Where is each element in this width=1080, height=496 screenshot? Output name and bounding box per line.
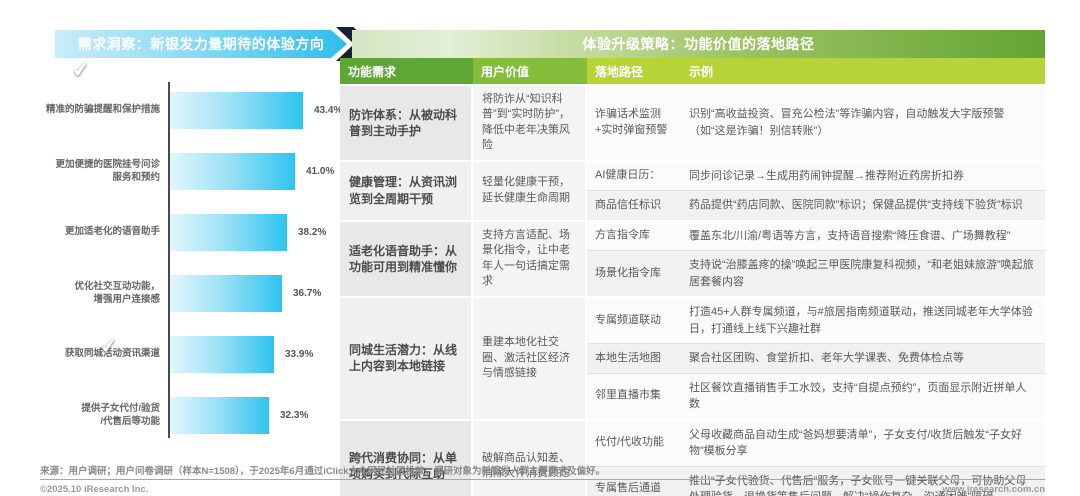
cell-need: 防诈体系：从被动科普到主动手护 [340, 86, 471, 160]
cell-example: 父母收藏商品自动生成“爸妈想要清单”，子女支付/收货后触发“子女好物”模板分享 [689, 428, 1023, 458]
table-header-row: 功能需求 用户价值 落地路径 示例 [340, 58, 1045, 84]
report-slide: 需求洞察：新银发力量期待的体验方向 体验升级策略：功能价值的落地路径 精准的防骗… [0, 0, 1080, 496]
chart-row: 优化社交互动功能， 增强用户连接感 36.7% [40, 263, 345, 324]
cell-value: 轻量化健康干预，延长健康生命周期 [473, 161, 585, 220]
copyright-text: ©2025.10 iResearch Inc. [40, 484, 149, 495]
checkmark-icon: ✔ [70, 58, 91, 83]
table-subrow: 本地生活地图 聚合社区团购、食堂折扣、老年大学课表、免费体检点等 [587, 343, 1045, 373]
chart-bar [170, 92, 303, 129]
cell-path: 邻里直播市集 [595, 389, 661, 402]
subrows: 诈骗话术监测+实时弹窗预警 识别“高收益投资、冒充公检法”等诈骗内容，自动触发大字… [587, 86, 1045, 160]
cell-example: 打造45+人群专属频道，与#旅居指南频道联动，推送同城老年大学体验日，打通线上线… [689, 306, 1033, 335]
table-row: 适老化语音助手：从功能可用到精准懂你 支持方言适配、场景化指令，让中老年人一句话搞… [340, 221, 1045, 297]
cell-value: 破解商品认知差、消除大件消费顾虑 [473, 420, 585, 496]
table-subrow: 诈骗话术监测+实时弹窗预警 识别“高收益投资、冒充公检法”等诈骗内容，自动触发大字… [587, 86, 1045, 160]
chart-category-label: 精准的防骗提醒和保护措施 [45, 104, 160, 116]
subrows: 方言指令库 覆盖东北/川渝/粤语等方言，支持语音搜索“降压食谱、广场舞教程” 场景化… [587, 221, 1045, 297]
table-subrow: 方言指令库 覆盖东北/川渝/粤语等方言，支持语音搜索“降压食谱、广场舞教程” [587, 221, 1045, 251]
table-subrow: 邻里直播市集 社区餐饮直播销售手工水饺，支持“自提点预约”，页面显示附近拼单人数 [587, 372, 1045, 419]
table-subrow: AI健康日历： 同步问诊记录→生成用药闹钟提醒→推荐附近药房折扣券 [587, 161, 1045, 191]
cell-example: 识别“高收益投资、冒充公检法”等诈骗内容，自动触发大字版预警（如“这是诈骗！别信… [689, 108, 1005, 137]
table-body: 防诈体系：从被动科普到主动手护 将防诈从“知识科普”到“实时防护”，降低中老年决策… [340, 86, 1045, 496]
cell-path: 专属频道联动 [595, 313, 661, 326]
checkmark-icon: ✔ [98, 334, 119, 359]
table-subrow: 专属频道联动 打造45+人群专属频道，与#旅居指南频道联动，推送同城老年大学体验日… [587, 298, 1045, 344]
table-subrow: 场景化指令库 支持说“治膝盖疼的操”唤起三甲医院康复科视频，“和老姐妹旅游”唤起旅… [587, 250, 1045, 297]
cell-path: 场景化指令库 [595, 266, 661, 279]
website-link[interactable]: www.iresearch.com.cn [942, 484, 1045, 495]
footer-divider [40, 479, 1045, 480]
table-row: 同城生活潜力：从线上内容到本地链接 重建本地化社交圈、激活社区经济与情感链接 专属频… [340, 298, 1045, 419]
cell-value: 支持方言适配、场景化指令，让中老年人一句话搞定需求 [473, 221, 585, 297]
chart-category-label: 更加适老化的语音助手 [64, 226, 160, 238]
right-section-title: 体验升级策略：功能价值的落地路径 [352, 30, 1045, 58]
chart-row: 提供子女代付/验货 /代售后等功能 32.3% [40, 385, 345, 446]
table-row: 防诈体系：从被动科普到主动手护 将防诈从“知识科普”到“实时防护”，降低中老年决策… [340, 86, 1045, 160]
cell-need: 适老化语音助手：从功能可用到精准懂你 [340, 221, 471, 297]
chart-bar [170, 336, 274, 373]
column-header-path: 落地路径 [587, 58, 681, 84]
source-note: 来源：用户调研；用户问卷调研（样本N=1508），于2025年6月通过iClic… [40, 466, 606, 477]
chart-bar [170, 275, 282, 312]
chart-category-label: 优化社交互动功能， 增强用户连接感 [74, 281, 160, 305]
cell-path: AI健康日历： [595, 169, 661, 182]
cell-example: 社区餐饮直播销售手工水饺，支持“自提点预约”，页面显示附近拼单人数 [689, 381, 1027, 411]
cell-path: 本地生活地图 [595, 351, 661, 364]
cell-value: 将防诈从“知识科普”到“实时防护”，降低中老年决策风险 [473, 86, 585, 160]
bar-chart: 精准的防骗提醒和保护措施 43.4% 更加便捷的医院挂号问诊 服务和预约 41.0% 更… [40, 80, 345, 448]
cell-path: 方言指令库 [595, 229, 650, 242]
cell-path: 代付/代收功能 [595, 436, 665, 449]
chart-value-label: 33.9% [285, 349, 314, 360]
table-row: 健康管理：从资讯浏览到全周期干预 轻量化健康干预，延长健康生命周期 AI健康日历： 同… [340, 161, 1045, 220]
chart-value-label: 43.4% [314, 105, 343, 116]
column-header-need: 功能需求 [340, 58, 473, 84]
chart-bar [170, 397, 269, 434]
chart-value-label: 38.2% [298, 227, 327, 238]
left-section-title: 需求洞察：新银发力量期待的体验方向 [55, 30, 347, 58]
chart-bar [170, 153, 295, 190]
cell-example: 聚合社区团购、食堂折扣、老年大学课表、免费体检点等 [689, 352, 964, 365]
cell-need: 跨代消费协同：从单项购买到代际互助 [340, 420, 471, 496]
chart-category-label: 提供子女代付/验货 /代售后等功能 [81, 403, 160, 427]
subrows: 专属频道联动 打造45+人群专属频道，与#旅居指南频道联动，推送同城老年大学体验日… [587, 298, 1045, 419]
chart-row: 更加适老化的语音助手 38.2% [40, 202, 345, 263]
chart-row: 更加便捷的医院挂号问诊 服务和预约 41.0% [40, 141, 345, 202]
cell-example: 覆盖东北/川渝/粤语等方言，支持语音搜索“降压食谱、广场舞教程” [689, 229, 1011, 242]
table-subrow: 代付/代收功能 父母收藏商品自动生成“爸妈想要清单”，子女支付/收货后触发“子女好… [587, 420, 1045, 466]
column-header-example: 示例 [681, 58, 1045, 84]
cell-example: 同步问诊记录→生成用药闹钟提醒→推荐附近药房折扣券 [689, 169, 964, 182]
table-row: 跨代消费协同：从单项购买到代际互助 破解商品认知差、消除大件消费顾虑 代付/代收功能… [340, 420, 1045, 496]
cell-value: 重建本地化社交圈、激活社区经济与情感链接 [473, 298, 585, 419]
chart-value-label: 32.3% [280, 410, 309, 421]
subrows: AI健康日历： 同步问诊记录→生成用药闹钟提醒→推荐附近药房折扣券商品信任标识 药品… [587, 161, 1045, 220]
chart-bar [170, 214, 287, 251]
cell-need: 健康管理：从资讯浏览到全周期干预 [340, 161, 471, 220]
chart-value-label: 41.0% [306, 166, 335, 177]
strategy-table: 功能需求 用户价值 落地路径 示例 防诈体系：从被动科普到主动手护 将防诈从“知识… [340, 58, 1045, 496]
chart-category-label: 更加便捷的医院挂号问诊 服务和预约 [55, 159, 160, 183]
cell-need: 同城生活潜力：从线上内容到本地链接 [340, 298, 471, 419]
chart-value-label: 36.7% [293, 288, 322, 299]
cell-example: 药品提供“药店同款、医院同款”标识；保健品提供“支持线下验货”标识 [689, 199, 1023, 212]
cell-example: 支持说“治膝盖疼的操”唤起三甲医院康复科视频，“和老姐妹旅游”唤起旅居套餐内容 [689, 259, 1034, 288]
chart-row: 获取同城活动资讯渠道 33.9% [40, 324, 345, 385]
chart-rows: 精准的防骗提醒和保护措施 43.4% 更加便捷的医院挂号问诊 服务和预约 41.0% 更… [40, 80, 345, 446]
cell-path: 商品信任标识 [595, 198, 661, 211]
column-header-value: 用户价值 [473, 58, 587, 84]
cell-path: 诈骗话术监测+实时弹窗预警 [595, 108, 668, 136]
table-subrow: 商品信任标识 药品提供“药店同款、医院同款”标识；保健品提供“支持线下验货”标识 [587, 190, 1045, 220]
chart-row: 精准的防骗提醒和保护措施 43.4% [40, 80, 345, 141]
chart-axis [168, 82, 170, 438]
